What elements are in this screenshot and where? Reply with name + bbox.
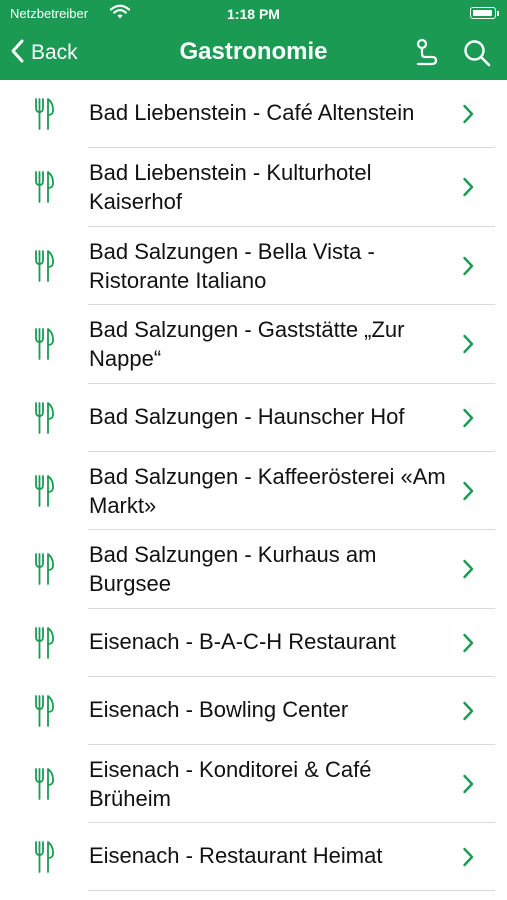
chevron-right-icon: [462, 104, 474, 129]
list-item[interactable]: Eisenach - Konditorei & Café Brüheim: [0, 745, 507, 824]
status-bar: Netzbetreiber 1:18 PM: [0, 0, 507, 26]
route-icon[interactable]: [412, 38, 440, 73]
chevron-right-icon: [462, 408, 474, 433]
chevron-right-icon: [462, 774, 474, 799]
list-item[interactable]: Bad Salzungen - Gaststätte „Zur Nappe“: [0, 305, 507, 384]
fork-knife-icon: [34, 475, 54, 512]
list-item-label: Bad Salzungen - Bella Vista - Ristorante…: [89, 238, 375, 293]
list-item[interactable]: Bad Salzungen - Bella Vista - Ristorante…: [0, 227, 507, 306]
chevron-right-icon: [462, 256, 474, 281]
fork-knife-icon: [34, 695, 54, 732]
header: Netzbetreiber 1:18 PM Back Gastronomie: [0, 0, 507, 80]
list-item-label: Bad Liebenstein - Kulturhotel Kaiserhof: [89, 160, 372, 214]
list-item[interactable]: Eisenach - Restaurant Heimat: [0, 823, 507, 891]
list-item[interactable]: Bad Liebenstein - Café Altenstein: [0, 80, 507, 148]
chevron-right-icon: [462, 633, 474, 658]
list-item-label: Bad Liebenstein - Café Altenstein: [89, 100, 415, 125]
list-item[interactable]: Eisenach - Bowling Center: [0, 677, 507, 745]
fork-knife-icon: [34, 98, 54, 135]
navigation-bar: Back Gastronomie: [0, 26, 507, 80]
chevron-right-icon: [462, 559, 474, 584]
restaurant-list: Bad Liebenstein - Café Altenstein Bad Lie…: [0, 80, 507, 891]
chevron-right-icon: [462, 334, 474, 359]
list-item-label: Bad Salzungen - Kurhaus am Burgsee: [89, 542, 377, 596]
fork-knife-icon: [34, 768, 54, 805]
fork-knife-icon: [34, 328, 54, 365]
list-item[interactable]: Bad Salzungen - Kurhaus am Burgsee: [0, 530, 507, 609]
list-item-label: Eisenach - Bowling Center: [89, 696, 349, 722]
chevron-right-icon: [462, 481, 474, 506]
list-item[interactable]: Bad Liebenstein - Kulturhotel Kaiserhof: [0, 148, 507, 227]
list-item-label: Eisenach - Restaurant Heimat: [89, 843, 383, 868]
status-time: 1:18 PM: [227, 6, 280, 22]
battery-icon: [470, 7, 499, 19]
list-item-label: Bad Salzungen - Kaffeerösterei «Am Markt…: [89, 463, 446, 518]
chevron-right-icon: [462, 177, 474, 202]
list-item-label: Bad Salzungen - Gaststätte „Zur Nappe“: [89, 317, 405, 371]
list-item[interactable]: Bad Salzungen - Haunscher Hof: [0, 384, 507, 452]
list-item-label: Eisenach - B-A-C-H Restaurant: [89, 628, 396, 654]
list-item-label: Eisenach - Konditorei & Café Brüheim: [89, 756, 372, 811]
fork-knife-icon: [34, 553, 54, 590]
list-item-label: Bad Salzungen - Haunscher Hof: [89, 403, 405, 429]
chevron-right-icon: [462, 847, 474, 872]
fork-knife-icon: [34, 402, 54, 439]
fork-knife-icon: [34, 627, 54, 664]
list-item[interactable]: Bad Salzungen - Kaffeerösterei «Am Markt…: [0, 452, 507, 531]
chevron-right-icon: [462, 701, 474, 726]
fork-knife-icon: [34, 171, 54, 208]
search-icon[interactable]: [462, 38, 492, 73]
list-item[interactable]: Eisenach - B-A-C-H Restaurant: [0, 609, 507, 677]
fork-knife-icon: [34, 250, 54, 287]
fork-knife-icon: [34, 841, 54, 878]
